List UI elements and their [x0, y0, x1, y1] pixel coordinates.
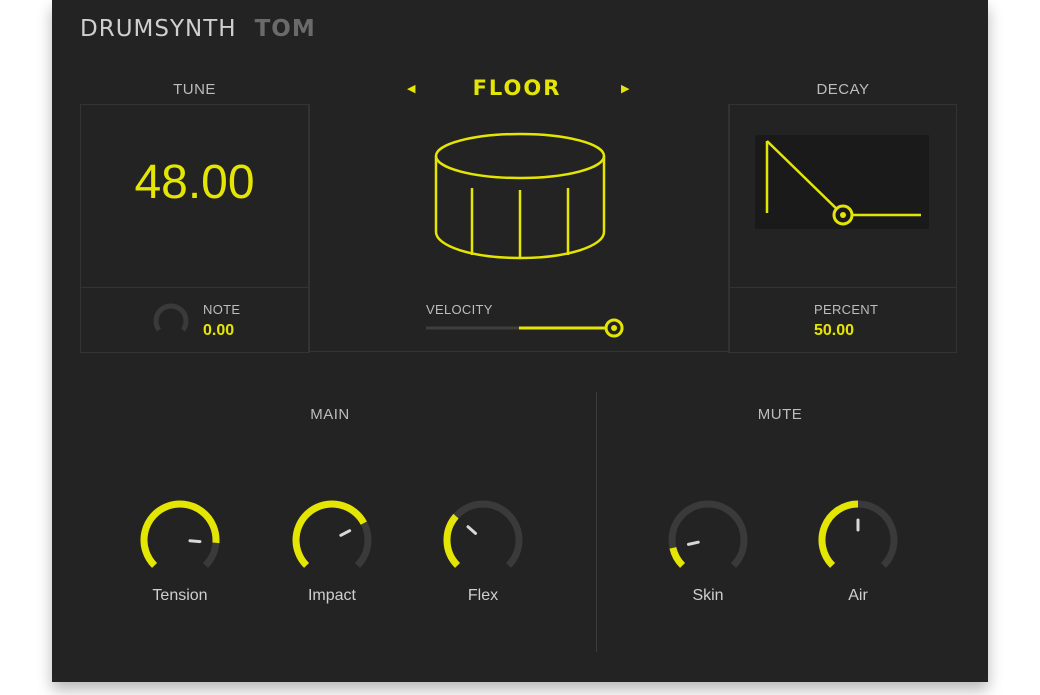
knob-value-arc — [292, 500, 367, 568]
velocity-label: VELOCITY — [426, 302, 493, 317]
mute-title: MUTE — [757, 406, 803, 423]
drum-type-label: FLOOR — [472, 76, 562, 100]
decay-handle-dot — [840, 212, 846, 218]
note-value[interactable]: 0.00 — [203, 322, 234, 340]
skin-knob[interactable] — [663, 495, 753, 585]
knob-track — [443, 500, 523, 568]
knob-track — [668, 500, 748, 568]
knob-value-arc — [669, 546, 686, 568]
knob-indicator — [686, 540, 700, 546]
note-knob[interactable] — [151, 300, 191, 340]
percent-label: PERCENT — [814, 302, 879, 317]
tune-value[interactable]: 48.00 — [82, 155, 307, 210]
velocity-handle-dot — [611, 325, 618, 331]
section-divider — [596, 392, 597, 652]
caret-left-icon[interactable]: ◀ — [407, 82, 415, 95]
note-box — [80, 287, 310, 353]
knob-value-arc — [818, 500, 859, 568]
knob-indicator — [339, 529, 352, 537]
air-label: Air — [848, 587, 868, 604]
caret-right-icon[interactable]: ▶ — [621, 82, 629, 95]
velocity-slider[interactable] — [426, 316, 626, 340]
knob-indicator — [188, 539, 202, 544]
product-name: DRUMSYNTH — [80, 16, 237, 42]
impact-label: Impact — [307, 587, 356, 604]
decay-curve — [765, 140, 921, 226]
impact-knob[interactable] — [287, 495, 377, 585]
air-knob[interactable] — [813, 495, 903, 585]
instrument-name: TOM — [254, 16, 316, 42]
main-title: MAIN — [310, 406, 350, 423]
note-label: NOTE — [203, 302, 241, 317]
percent-value[interactable]: 50.00 — [814, 322, 854, 340]
brand-title: DRUMSYNTH TOM — [80, 16, 316, 46]
percent-box — [728, 287, 957, 353]
tune-label: TUNE — [173, 81, 216, 98]
floor-tom-icon — [434, 132, 606, 260]
knob-indicator — [466, 525, 477, 535]
tension-label: Tension — [152, 587, 208, 604]
flex-knob[interactable] — [438, 495, 528, 585]
skin-label: Skin — [692, 587, 724, 604]
flex-label: Flex — [467, 587, 499, 604]
tension-knob[interactable] — [135, 495, 225, 585]
knob-value-arc — [140, 500, 220, 568]
knob-value-arc — [443, 513, 461, 568]
plugin-panel: DRUMSYNTH TOM TUNE 48.00 NOTE 0.00 ◀ FLOO… — [52, 0, 988, 682]
decay-label: DECAY — [816, 81, 870, 98]
